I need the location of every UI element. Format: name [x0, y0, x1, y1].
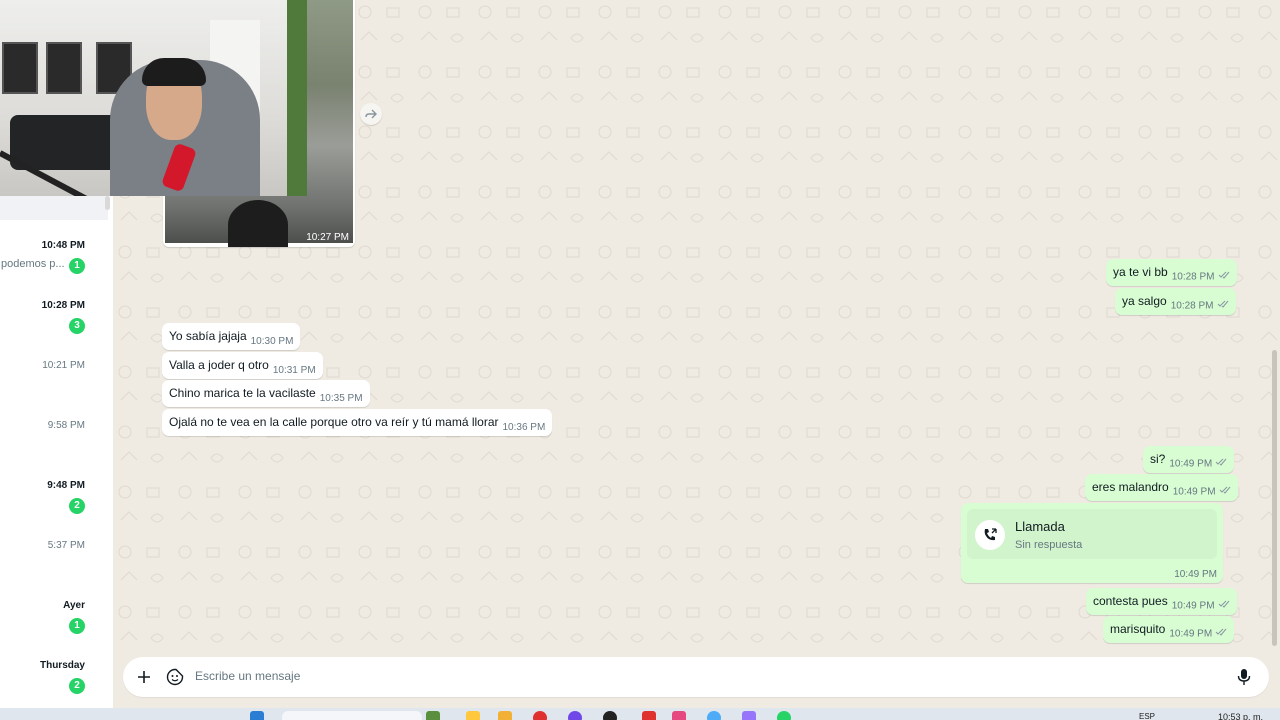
chat-time: 10:28 PM — [41, 300, 85, 311]
taskbar-app-icon[interactable] — [742, 711, 756, 720]
outgoing-message[interactable]: eres malandro 10:49 PM — [1085, 474, 1238, 501]
taskbar-app-icon[interactable] — [568, 711, 582, 720]
wall-poster — [46, 42, 82, 94]
call-status: Sin respuesta — [1015, 539, 1083, 551]
photo-shadow — [228, 200, 288, 247]
os-taskbar: ESP 10:53 p. m. — [0, 708, 1280, 720]
chat-preview: podemos p... — [1, 258, 65, 270]
incoming-message[interactable]: Valla a joder q otro 10:31 PM — [162, 352, 323, 379]
outgoing-message[interactable]: contesta pues 10:49 PM — [1086, 588, 1237, 615]
webcam-couch — [10, 115, 120, 170]
folder-icon[interactable] — [498, 711, 512, 720]
attach-plus-icon[interactable] — [133, 666, 155, 688]
message-time: 10:30 PM — [250, 336, 294, 347]
outgoing-message[interactable]: ya te vi bb 10:28 PM — [1106, 259, 1237, 286]
message-text: ya te vi bb — [1113, 265, 1168, 279]
double-check-icon — [1218, 270, 1230, 284]
taskbar-app-icon[interactable] — [603, 711, 617, 720]
chat-time: 5:37 PM — [47, 540, 85, 551]
microphone-icon[interactable] — [1233, 666, 1255, 688]
call-info-box[interactable]: Llamada Sin respuesta — [967, 509, 1217, 559]
message-text: marisquito — [1110, 622, 1166, 636]
taskbar-app-icon[interactable] — [707, 711, 721, 720]
wall-poster — [2, 42, 38, 94]
taskbar-app-icon[interactable] — [672, 711, 686, 720]
keyboard-language[interactable]: ESP — [1139, 712, 1155, 720]
message-time: 10:49 PM — [1169, 629, 1213, 640]
incoming-message[interactable]: Chino marica te la vacilaste 10:35 PM — [162, 380, 370, 407]
chat-time: 9:48 PM — [47, 480, 85, 491]
webcam-plants — [287, 0, 307, 196]
message-text: Valla a joder q otro — [169, 358, 269, 372]
taskbar-app-icon[interactable] — [426, 711, 440, 720]
message-time: 10:28 PM — [1171, 272, 1215, 283]
message-text: eres malandro — [1092, 480, 1169, 494]
unread-badge: 1 — [69, 258, 85, 274]
unread-badge: 1 — [69, 618, 85, 634]
whatsapp-icon[interactable] — [777, 711, 791, 720]
phone-call-icon — [975, 520, 1005, 550]
message-time: 10:28 PM — [1170, 301, 1214, 312]
outgoing-message[interactable]: ya salgo 10:28 PM — [1115, 288, 1236, 315]
double-check-icon — [1218, 599, 1230, 613]
double-check-icon — [1217, 299, 1229, 313]
chat-list-item[interactable]: 10:21 PM — [0, 360, 110, 420]
message-time: 10:49 PM — [1172, 487, 1216, 498]
chat-list-item[interactable]: 10:28 PM 3 — [0, 300, 110, 360]
chat-list-item[interactable]: 10:48 PM podemos p... 1 — [0, 240, 110, 300]
message-time: 10:36 PM — [502, 422, 546, 433]
taskbar-app-icon[interactable] — [466, 711, 480, 720]
streamer-webcam-overlay — [0, 0, 307, 196]
sidebar-search-strip — [0, 196, 108, 220]
missed-call-message[interactable]: Llamada Sin respuesta 10:49 PM — [961, 503, 1223, 583]
unread-badge: 3 — [69, 318, 85, 334]
windows-start-icon[interactable] — [250, 711, 264, 720]
sidebar-scrollbar[interactable] — [105, 196, 110, 210]
unread-badge: 2 — [69, 678, 85, 694]
double-check-icon — [1215, 457, 1227, 471]
message-text: si? — [1150, 452, 1166, 466]
message-time: 10:49 PM — [1169, 459, 1213, 470]
chat-time: 9:58 PM — [47, 420, 85, 431]
sticker-icon[interactable] — [164, 666, 186, 688]
incoming-message[interactable]: Yo sabía jajaja 10:30 PM — [162, 323, 301, 350]
chat-list-item[interactable]: 5:37 PM — [0, 540, 110, 600]
double-check-icon — [1215, 627, 1227, 641]
message-text: Yo sabía jajaja — [169, 329, 247, 343]
message-text: Chino marica te la vacilaste — [169, 386, 316, 400]
chat-time: 10:21 PM — [42, 360, 85, 371]
chat-list-item[interactable]: Ayer 1 — [0, 600, 110, 660]
outgoing-message[interactable]: si? 10:49 PM — [1143, 446, 1235, 473]
forward-icon[interactable] — [360, 103, 382, 125]
system-clock[interactable]: 10:53 p. m. — [1218, 712, 1263, 720]
outgoing-message[interactable]: marisquito 10:49 PM — [1103, 616, 1235, 643]
chat-list-item[interactable]: 9:58 PM — [0, 420, 110, 480]
message-composer[interactable]: Escribe un mensaje — [123, 657, 1269, 697]
chat-time: Ayer — [63, 600, 85, 611]
chat-list-item[interactable]: Thursday 2 — [0, 660, 110, 708]
chat-time: Thursday — [39, 660, 85, 671]
message-text: contesta pues — [1093, 594, 1168, 608]
taskbar-app-icon[interactable] — [533, 711, 547, 720]
call-title: Llamada — [1015, 519, 1065, 534]
double-check-icon — [1219, 485, 1231, 499]
message-time: 10:49 PM — [1171, 601, 1215, 612]
chat-time: 10:48 PM — [41, 240, 85, 251]
message-text: Ojalá no te vea en la calle porque otro … — [169, 415, 499, 429]
chat-list-item[interactable]: 9:48 PM 2 — [0, 480, 110, 540]
taskbar-app-icon[interactable] — [642, 711, 656, 720]
message-time: 10:27 PM — [306, 232, 349, 243]
webcam-person-hair — [142, 58, 206, 86]
message-text: ya salgo — [1122, 294, 1167, 308]
incoming-message[interactable]: Ojalá no te vea en la calle porque otro … — [162, 409, 553, 436]
message-time: 10:49 PM — [1174, 569, 1217, 580]
unread-badge: 2 — [69, 498, 85, 514]
message-time: 10:31 PM — [272, 365, 316, 376]
chat-scrollbar[interactable] — [1272, 350, 1277, 646]
message-input[interactable]: Escribe un mensaje — [195, 669, 300, 683]
taskbar-search-box[interactable] — [282, 711, 422, 720]
message-time: 10:35 PM — [319, 393, 363, 404]
